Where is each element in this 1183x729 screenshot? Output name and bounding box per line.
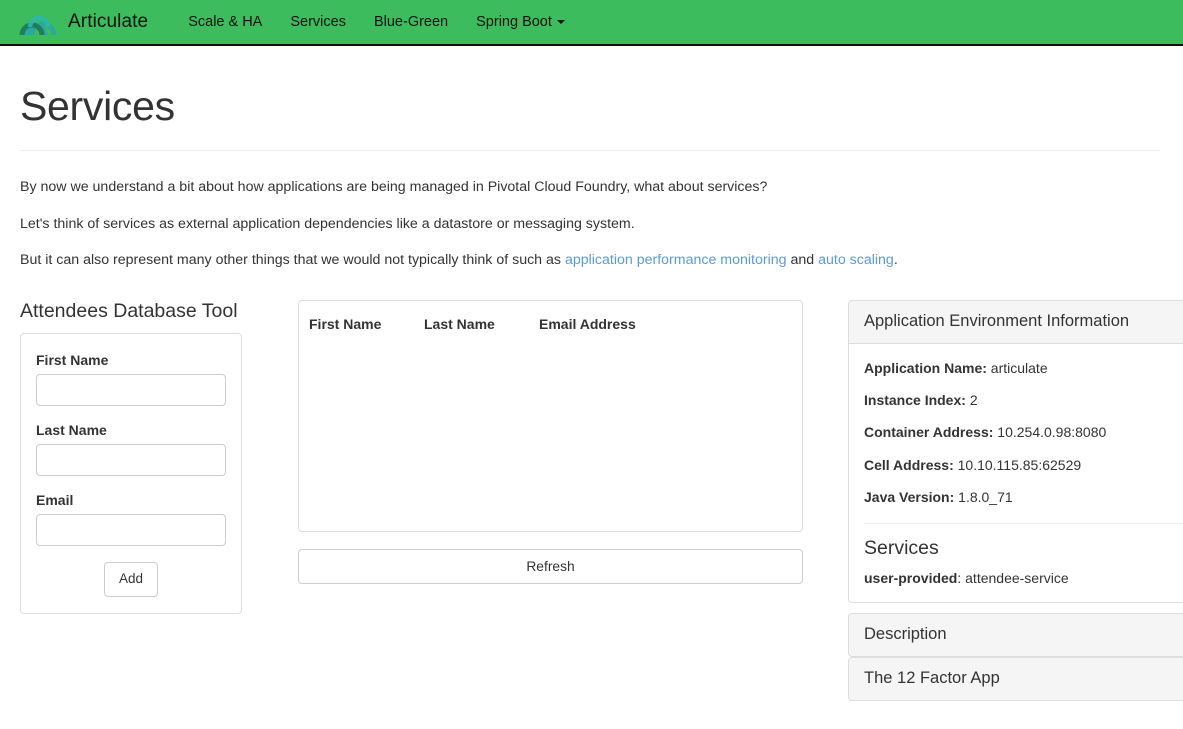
intro-paragraph-3: But it can also represent many other thi… <box>20 250 1163 271</box>
panel-description-title: Description <box>864 625 947 644</box>
attendee-form-panel: First Name Last Name Email Add <box>20 333 242 615</box>
env-value-application-name: articulate <box>990 359 1048 376</box>
cloud-logo-icon <box>18 5 58 39</box>
intro-p3-middle: and <box>786 252 819 269</box>
panel-twelve-factor-app-title: The 12 Factor App <box>864 668 1000 687</box>
intro-p3-before: But it can also represent many other thi… <box>20 252 565 269</box>
link-application-performance-monitoring[interactable]: application performance monitoring <box>565 252 787 268</box>
panel-inner-divider <box>864 523 1183 525</box>
nav-link-spring-boot-label: Spring Boot <box>476 14 552 30</box>
env-value-container-address: 10.254.0.98:8080 <box>997 424 1107 441</box>
form-group-email: Email <box>36 492 226 547</box>
nav-link-spring-boot[interactable]: Spring Boot <box>462 0 579 45</box>
brand-link[interactable]: Articulate <box>18 5 148 39</box>
panel-description[interactable]: Description <box>848 613 1183 657</box>
env-row-java-version: Java Version: 1.8.0_71 <box>864 487 1183 507</box>
attendees-table-column: First Name Last Name Email Address Refre… <box>298 299 803 584</box>
env-key-instance-index: Instance Index: <box>864 391 966 408</box>
env-value-java-version: 1.8.0_71 <box>958 488 1013 505</box>
link-auto-scaling[interactable]: auto scaling <box>818 252 894 268</box>
nav-link-services[interactable]: Services <box>276 0 360 45</box>
add-button[interactable]: Add <box>103 562 159 598</box>
email-input[interactable] <box>36 514 226 547</box>
nav-item-scale-ha: Scale & HA <box>174 0 276 45</box>
attendees-tool-heading: Attendees Database Tool <box>20 299 238 322</box>
title-divider <box>20 150 1160 152</box>
column-header-last-name: Last Name <box>424 315 495 332</box>
sidebar-panels: Application Environment Information Appl… <box>848 299 1183 701</box>
refresh-button[interactable]: Refresh <box>298 548 803 584</box>
brand-title: Articulate <box>68 11 149 32</box>
page-title: Services <box>20 83 175 129</box>
intro-paragraph-1: By now we understand a bit about how app… <box>20 179 768 196</box>
label-email: Email <box>36 492 74 509</box>
env-value-cell-address: 10.10.115.85:62529 <box>957 456 1082 473</box>
nav-item-services: Services <box>276 0 360 45</box>
nav-item-blue-green: Blue-Green <box>360 0 462 45</box>
env-row-instance-index: Instance Index: 2 <box>864 390 1183 410</box>
attendees-table-head: First Name Last Name Email Address <box>309 311 792 340</box>
nav-link-blue-green[interactable]: Blue-Green <box>360 0 462 45</box>
bound-service-name: user-provided <box>864 570 958 587</box>
env-row-application-name: Application Name: articulate <box>864 358 1183 378</box>
env-key-cell-address: Cell Address: <box>864 456 954 473</box>
nav-links: Scale & HA Services Blue-Green Spring Bo… <box>174 0 579 45</box>
application-environment-panel-body: Application Name: articulate Instance In… <box>849 344 1183 602</box>
env-value-instance-index: 2 <box>969 391 978 408</box>
last-name-input[interactable] <box>36 444 226 477</box>
form-group-last-name: Last Name <box>36 422 226 477</box>
bound-service-item: user-provided: attendee-service <box>864 570 1183 586</box>
intro-paragraph-2: Let's think of services as external appl… <box>20 215 635 232</box>
panel-twelve-factor-app[interactable]: The 12 Factor App <box>848 656 1183 701</box>
application-environment-panel: Application Environment Information Appl… <box>848 299 1183 604</box>
bound-service-value: attendee-service <box>965 570 1069 587</box>
form-group-first-name: First Name <box>36 352 226 407</box>
top-navbar: Articulate Scale & HA Services Blue-Gree… <box>0 0 1183 46</box>
label-last-name: Last Name <box>36 422 107 439</box>
bound-services-heading: Services <box>864 537 939 560</box>
attendees-table: First Name Last Name Email Address <box>309 311 792 340</box>
intro-paragraphs: By now we understand a bit about how app… <box>20 177 1163 271</box>
nav-link-scale-ha[interactable]: Scale & HA <box>174 0 276 45</box>
application-environment-panel-heading: Application Environment Information <box>849 300 1183 344</box>
column-header-first-name: First Name <box>309 315 382 332</box>
attendees-table-panel: First Name Last Name Email Address <box>298 299 803 532</box>
main-content-row: Attendees Database Tool First Name Last … <box>20 299 1183 701</box>
column-header-email-address: Email Address <box>539 315 636 332</box>
attendees-tool-column: Attendees Database Tool First Name Last … <box>20 299 285 615</box>
page-container: Services By now we understand a bit abou… <box>0 83 1183 701</box>
env-key-container-address: Container Address: <box>864 424 994 441</box>
chevron-down-icon <box>556 20 565 25</box>
env-key-java-version: Java Version: <box>864 488 955 505</box>
bound-service-separator: : <box>957 570 966 587</box>
table-header-row: First Name Last Name Email Address <box>309 311 792 340</box>
first-name-input[interactable] <box>36 374 226 407</box>
intro-p3-after: . <box>893 252 898 269</box>
env-row-container-address: Container Address: 10.254.0.98:8080 <box>864 422 1183 442</box>
nav-item-spring-boot: Spring Boot <box>462 0 579 45</box>
env-row-cell-address: Cell Address: 10.10.115.85:62529 <box>864 455 1183 475</box>
label-first-name: First Name <box>36 352 109 369</box>
env-key-application-name: Application Name: <box>864 359 987 376</box>
add-button-row: Add <box>36 562 226 598</box>
application-environment-panel-title: Application Environment Information <box>864 311 1130 330</box>
